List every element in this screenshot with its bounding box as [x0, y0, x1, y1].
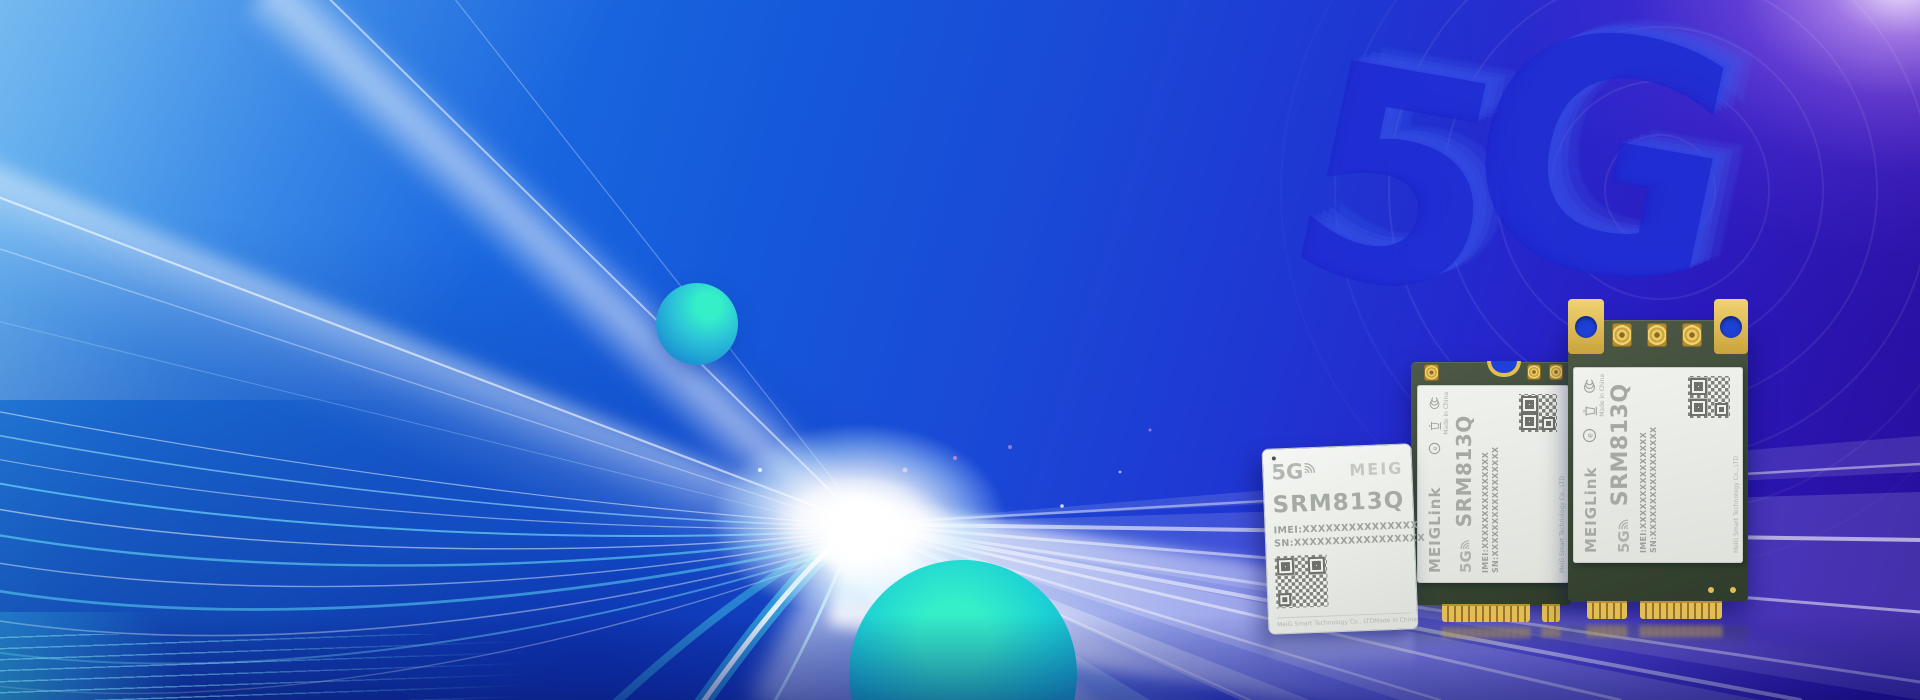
module-label-content: MEIGLink e 5G SRM813Q IMEI:XXXXXXXXXXXXX…	[1417, 385, 1569, 583]
svg-text:e: e	[1586, 433, 1595, 438]
tech-5g-label: 5G	[1457, 550, 1475, 573]
fiducial-dot	[1730, 587, 1736, 593]
imei-text: IMEI:XXXXXXXXXXXXXXX	[1481, 395, 1490, 573]
fiducial-dot	[1708, 587, 1714, 593]
model-name: SRM813Q	[1610, 383, 1632, 506]
e-mark-icon: e	[1582, 428, 1597, 443]
finger-reflection	[1640, 625, 1722, 637]
weee-bin-icon	[1428, 420, 1441, 432]
light-burst-core	[772, 476, 952, 568]
screw-hole-pad	[1714, 299, 1748, 354]
module-label: MEIGLink e 5G SRM813Q IMEI:XXXXXXXXXXXXX…	[1573, 367, 1743, 563]
company-text: MeiG Smart Technology Co., LTD	[1277, 618, 1374, 629]
brand-logo: MEIGLink	[1582, 467, 1600, 553]
brand-logo: MEIGLink	[1426, 487, 1444, 573]
model-name: SRM813Q	[1272, 490, 1405, 518]
tech-5g-mark: 5G	[1271, 461, 1321, 484]
made-in-text: Made in China	[1374, 616, 1417, 625]
company-text: MeiG Smart Technology Co., LTD	[1559, 476, 1566, 573]
sn-text: SN:XXXXXXXXXXXXXXXXX	[1274, 533, 1406, 549]
module-mpcie-medium: MEIGLink e 5G SRM813Q IMEI:XXXXXXXXXXXXX…	[1411, 362, 1572, 605]
antenna-connector-icon	[1424, 364, 1439, 381]
screw-hole-pad	[1568, 299, 1604, 354]
tech-5g-label: 5G	[1271, 459, 1304, 484]
signal-waves-icon	[1617, 515, 1629, 530]
qr-code	[1275, 555, 1329, 609]
module-footer: MeiG Smart Technology Co., LTD Made in C…	[1277, 612, 1411, 628]
finger-reflection	[1542, 627, 1560, 637]
module-label: MEIGLink e 5G SRM813Q IMEI:XXXXXXXXXXXXX…	[1417, 385, 1569, 583]
qr-code	[1688, 376, 1730, 418]
ccc-icon	[1582, 377, 1597, 394]
finger-reflection	[1587, 625, 1627, 637]
antenna-connector-icon	[1647, 323, 1667, 347]
antenna-connector-icon	[1682, 323, 1702, 347]
finger-reflection	[1442, 627, 1530, 638]
ccc-icon	[1428, 395, 1441, 410]
hero-banner: 5 G	[0, 0, 1920, 700]
edge-connector-fingers	[1542, 604, 1560, 622]
imei-text: IMEI:XXXXXXXXXXXXXXX	[1639, 377, 1648, 553]
tech-5g-mark: 5G	[1459, 536, 1474, 573]
tech-5g-mark: 5G	[1617, 515, 1632, 553]
edge-connector-fingers	[1587, 601, 1627, 619]
antenna-connector-icon	[1527, 364, 1541, 380]
antenna-connector-icon	[1549, 364, 1563, 380]
pcb-notch	[1487, 361, 1521, 377]
module-label-content: MEIGLink e 5G SRM813Q IMEI:XXXXXXXXXXXXX…	[1573, 367, 1743, 563]
tech-5g-label: 5G	[1615, 530, 1633, 553]
edge-connector-fingers	[1442, 604, 1530, 622]
brand-logo: MEIG	[1349, 459, 1404, 480]
module-header: 5G MEIG	[1271, 458, 1404, 484]
module-lga: 5G MEIG SRM813Q IMEI:XXXXXXXXXXXXXXX SN:…	[1261, 443, 1418, 635]
svg-text:e: e	[1431, 447, 1439, 451]
screw-hole	[1575, 316, 1597, 338]
module-reflection	[1272, 636, 1414, 666]
signal-waves-icon	[1303, 461, 1320, 475]
model-name: SRM813Q	[1454, 415, 1474, 527]
made-in-text: Made in China	[1599, 374, 1606, 417]
company-text: MeiG Smart Technology Co., LTD	[1733, 456, 1740, 553]
screw-hole	[1720, 316, 1742, 338]
signal-waves-icon	[1459, 536, 1470, 550]
edge-connector-fingers	[1640, 601, 1722, 619]
sn-text: SN:XXXXXXXXXXXXXXXXX	[1649, 377, 1658, 553]
antenna-connector-icon	[1612, 323, 1632, 347]
made-in-text: Made in China	[1443, 392, 1450, 435]
teal-sphere-small	[656, 283, 738, 365]
weee-bin-icon	[1582, 404, 1597, 418]
floor-scan-lines	[0, 634, 560, 700]
qr-code	[1519, 394, 1557, 432]
sn-text: SN:XXXXXXXXXXXXXXXXX	[1491, 395, 1500, 573]
e-mark-icon: e	[1428, 442, 1441, 455]
module-mpcie-large: MEIGLink e 5G SRM813Q IMEI:XXXXXXXXXXXXX…	[1568, 320, 1748, 602]
